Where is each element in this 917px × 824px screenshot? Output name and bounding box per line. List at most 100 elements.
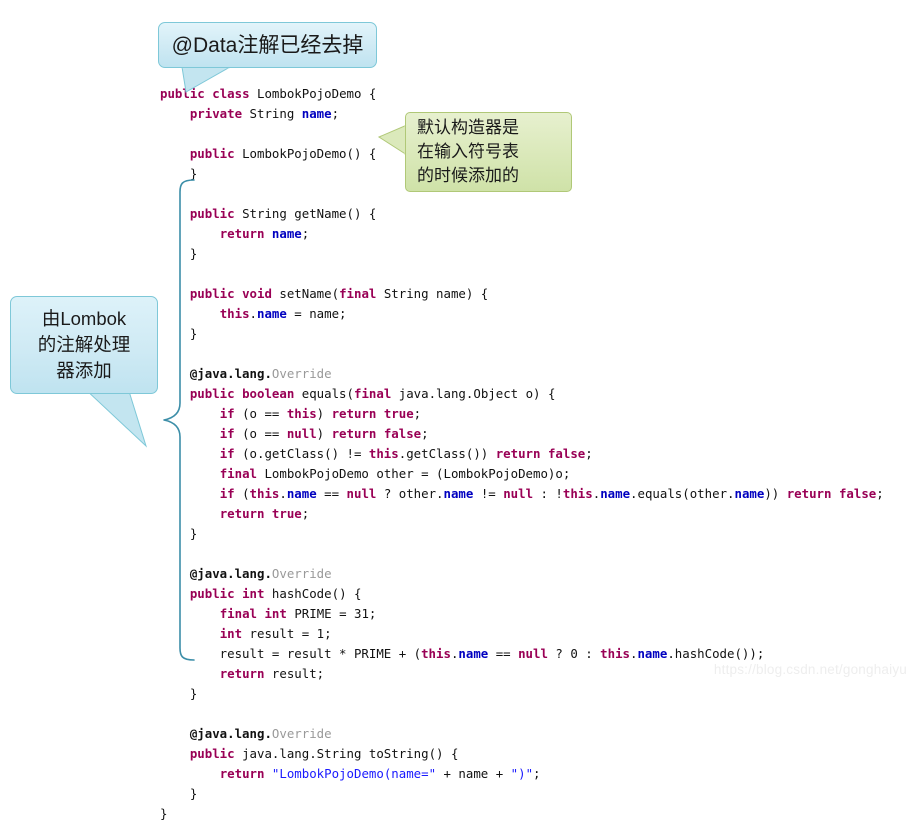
code-token: public bbox=[189, 286, 235, 301]
code-line: if (o.getClass() != this.getClass()) ret… bbox=[160, 444, 884, 464]
code-token: != bbox=[473, 486, 504, 501]
callout-line: 由Lombok bbox=[41, 308, 127, 329]
code-token: name bbox=[443, 486, 474, 501]
code-line: public java.lang.String toString() { bbox=[160, 744, 884, 764]
code-line: @java.lang.Override bbox=[160, 724, 884, 744]
code-token: java.lang.Object o) { bbox=[391, 386, 556, 401]
code-line: int result = 1; bbox=[160, 624, 884, 644]
code-token: LombokPojoDemo other = (LombokPojoDemo)o… bbox=[257, 466, 571, 481]
code-token: .equals(other. bbox=[630, 486, 735, 501]
code-token: ? other. bbox=[376, 486, 444, 501]
code-token: return bbox=[219, 506, 265, 521]
code-token: return bbox=[331, 426, 377, 441]
code-token: name bbox=[600, 486, 631, 501]
code-token: } bbox=[160, 806, 168, 821]
code-token: @java.lang. bbox=[189, 726, 272, 741]
code-token: "LombokPojoDemo(name=" bbox=[271, 766, 437, 781]
code-line: return true; bbox=[160, 504, 884, 524]
code-token: return bbox=[219, 666, 265, 681]
code-token: public bbox=[189, 206, 235, 221]
code-token: false bbox=[383, 426, 422, 441]
code-token: private bbox=[189, 106, 243, 121]
code-token: ")" bbox=[510, 766, 534, 781]
code-token: return bbox=[495, 446, 541, 461]
code-token: final bbox=[339, 286, 377, 301]
code-token: ; bbox=[413, 406, 422, 421]
callout-lombok-annotation-processor-text: 由Lombok 的注解处理 器添加 bbox=[10, 296, 158, 394]
code-token: return bbox=[331, 406, 377, 421]
code-line: if (this.name == null ? other.name != nu… bbox=[160, 484, 884, 504]
code-token: = name; bbox=[286, 306, 347, 321]
code-token: this bbox=[600, 646, 630, 661]
code-token: name bbox=[271, 226, 302, 241]
code-token: PRIME = 31; bbox=[286, 606, 377, 621]
code-token: LombokPojoDemo { bbox=[249, 86, 377, 101]
code-token: @java.lang. bbox=[189, 366, 272, 381]
code-token: } bbox=[160, 786, 198, 801]
callout-tail-icon bbox=[84, 388, 148, 448]
code-token: (o.getClass() != bbox=[234, 446, 369, 461]
code-token: ; bbox=[421, 426, 429, 441]
code-token: public bbox=[189, 146, 235, 161]
callout-data-annotation-removed: @Data注解已经去掉 bbox=[158, 22, 377, 93]
code-line: if (o == null) return false; bbox=[160, 424, 884, 444]
code-line: } bbox=[160, 784, 884, 804]
callout-line: 器添加 bbox=[56, 360, 112, 381]
code-token: int bbox=[219, 626, 243, 641]
code-token: public bbox=[189, 746, 235, 761]
code-token: name bbox=[257, 306, 287, 321]
callout-default-constructor: 默认构造器是 在输入符号表 的时候添加的 bbox=[378, 112, 572, 192]
code-token: } bbox=[160, 526, 198, 541]
code-token: this bbox=[249, 486, 280, 501]
code-line: } bbox=[160, 244, 884, 264]
callout-data-annotation-removed-text: @Data注解已经去掉 bbox=[158, 22, 377, 68]
callout-line: 的注解处理 bbox=[37, 334, 131, 355]
code-line: public class LombokPojoDemo { bbox=[160, 84, 884, 104]
code-token: this bbox=[368, 446, 399, 461]
code-token: Override bbox=[271, 566, 332, 581]
code-token: .getClass()) bbox=[398, 446, 496, 461]
code-token: if bbox=[219, 486, 235, 501]
code-token: return bbox=[219, 226, 265, 241]
code-token: false bbox=[838, 486, 877, 501]
code-line: @java.lang.Override bbox=[160, 364, 884, 384]
code-token: this bbox=[562, 486, 593, 501]
callout-line: 的时候添加的 bbox=[417, 166, 519, 185]
code-token: java.lang.String toString() { bbox=[234, 746, 459, 761]
code-line: final LombokPojoDemo other = (LombokPojo… bbox=[160, 464, 884, 484]
code-token: ? 0 : bbox=[547, 646, 601, 661]
code-token: ; bbox=[331, 106, 340, 121]
code-token: if bbox=[219, 406, 235, 421]
code-line: return name; bbox=[160, 224, 884, 244]
code-token: result; bbox=[264, 666, 325, 681]
code-token: @java.lang. bbox=[189, 566, 272, 581]
code-token: result = 1; bbox=[242, 626, 332, 641]
code-token: (o == bbox=[234, 406, 287, 421]
code-token: } bbox=[160, 166, 198, 181]
code-line: return "LombokPojoDemo(name=" + name + "… bbox=[160, 764, 884, 784]
code-token: null bbox=[286, 426, 317, 441]
code-line: public String getName() { bbox=[160, 204, 884, 224]
code-token: final bbox=[219, 606, 257, 621]
watermark: https://blog.csdn.net/gonghaiyu bbox=[713, 662, 907, 677]
